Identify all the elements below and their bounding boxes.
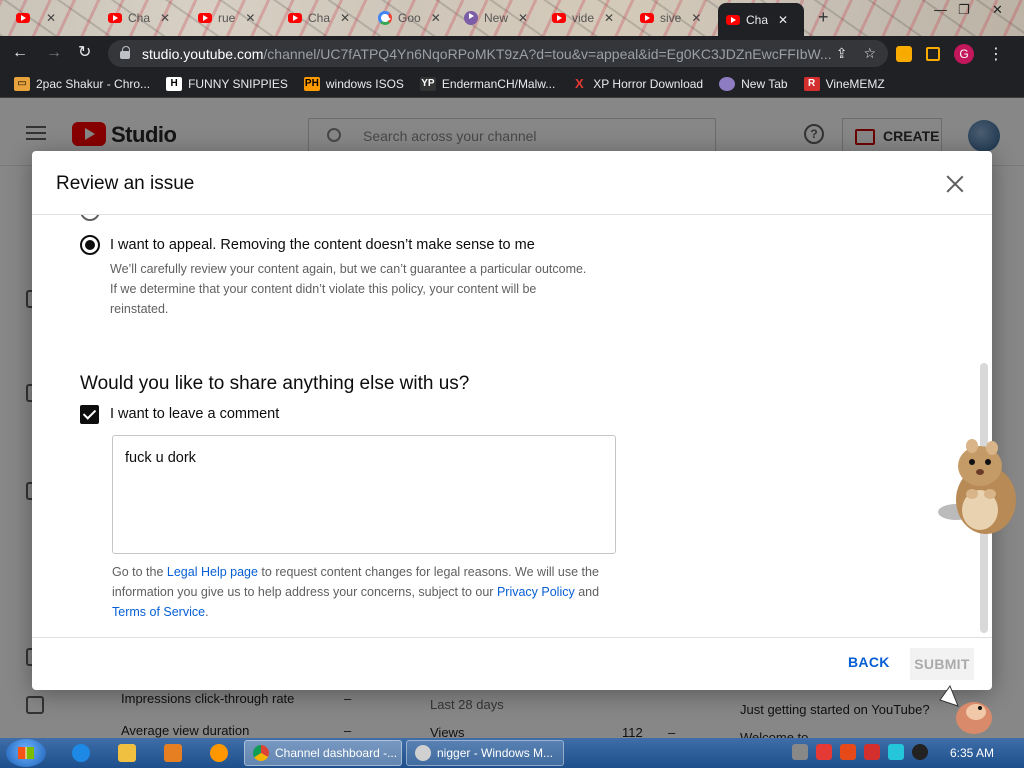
- browser-tab[interactable]: vide ✕: [544, 4, 622, 32]
- system-tray: [792, 744, 928, 760]
- dialog-header: Review an issue: [32, 151, 992, 215]
- review-issue-dialog: Review an issue I want to appeal. Removi…: [32, 151, 992, 690]
- h-icon: H: [166, 76, 183, 91]
- legal-notice: Go to the Legal Help page to request con…: [112, 565, 600, 619]
- browser-toolbar: ← → ↻ studio.youtube.com/channel/UC7fATP…: [0, 36, 1024, 70]
- close-icon[interactable]: ✕: [431, 11, 441, 25]
- file-explorer-icon[interactable]: [118, 744, 136, 762]
- start-button[interactable]: [6, 739, 46, 767]
- browser-tab[interactable]: sive ✕: [632, 4, 709, 32]
- youtube-icon: [552, 13, 566, 23]
- r-icon: R: [803, 76, 820, 91]
- paint-icon[interactable]: [210, 744, 228, 762]
- browser-tab[interactable]: Cha ✕: [100, 4, 178, 32]
- comment-textarea[interactable]: fuck u dork: [112, 435, 616, 554]
- tray-v-icon[interactable]: [816, 744, 832, 760]
- taskbar-clock[interactable]: 6:35 AM: [950, 746, 994, 760]
- tab-strip: ✕ Cha ✕ rue ✕ Cha ✕ Goo ✕ New ✕ vide ✕ sive ✕ C…: [0, 0, 1024, 36]
- taskbar-item-movie-maker[interactable]: nigger - Windows M...: [406, 740, 564, 766]
- bookmark-item[interactable]: ▭ 2pac Shakur - Chro...: [14, 76, 150, 91]
- appeal-option-label: I want to appeal. Removing the content d…: [110, 237, 535, 253]
- close-icon[interactable]: ✕: [518, 11, 528, 25]
- movie-maker-icon: [415, 745, 431, 761]
- ph-icon: PH: [303, 76, 320, 91]
- close-icon[interactable]: ✕: [46, 11, 56, 25]
- dialog-body: I want to appeal. Removing the content d…: [32, 215, 992, 637]
- leave-comment-label: I want to leave a comment: [110, 406, 280, 422]
- browser-tab[interactable]: New ✕: [456, 4, 536, 32]
- bookmarks-bar: ▭ 2pac Shakur - Chro... H FUNNY SNIPPIES P…: [0, 70, 1024, 98]
- globe-icon: [719, 76, 736, 91]
- tray-disc-icon[interactable]: [912, 744, 928, 760]
- browser-tab[interactable]: Goo ✕: [370, 4, 449, 32]
- youtube-icon: [108, 13, 122, 23]
- share-section-title: Would you like to share anything else wi…: [80, 373, 470, 394]
- youtube-icon: [16, 13, 30, 23]
- tray-monitor-icon[interactable]: [888, 744, 904, 760]
- legal-help-link[interactable]: Legal Help page: [167, 565, 258, 579]
- close-icon[interactable]: ✕: [691, 11, 701, 25]
- bookmark-item[interactable]: New Tab: [719, 76, 788, 91]
- back-arrow-icon[interactable]: ←: [12, 44, 28, 62]
- nexus-icon: [464, 11, 478, 25]
- minimize-icon[interactable]: —: [934, 2, 947, 17]
- browser-tab[interactable]: ✕: [8, 4, 64, 32]
- window-close-icon[interactable]: ✕: [992, 2, 1003, 18]
- share-icon[interactable]: ⇪: [836, 45, 848, 62]
- dialog-title: Review an issue: [56, 173, 195, 194]
- close-icon[interactable]: ✕: [245, 11, 255, 25]
- media-player-icon[interactable]: [164, 744, 182, 762]
- side-panel-icon[interactable]: [926, 47, 940, 61]
- appeal-option-description: We’ll carefully review your content agai…: [110, 262, 587, 316]
- bookmark-item[interactable]: H FUNNY SNIPPIES: [166, 76, 288, 91]
- tray-flag-icon[interactable]: [864, 744, 880, 760]
- chrome-icon: [253, 745, 269, 761]
- youtube-icon: [288, 13, 302, 23]
- lock-icon: [120, 46, 130, 59]
- star-icon[interactable]: ☆: [863, 45, 876, 62]
- bookmark-item[interactable]: R VineMEMZ: [803, 76, 885, 91]
- close-icon[interactable]: [946, 175, 964, 193]
- tray-search-icon[interactable]: [840, 744, 856, 760]
- leave-comment-checkbox[interactable]: [80, 405, 99, 424]
- menu-kebab-icon[interactable]: ⋮: [988, 44, 1004, 64]
- address-bar[interactable]: studio.youtube.com/channel/UC7fATPQ4Yn6N…: [108, 40, 888, 67]
- close-icon[interactable]: ✕: [778, 13, 788, 27]
- youtube-icon: [640, 13, 654, 23]
- windows-taskbar: Channel dashboard -... nigger - Windows …: [0, 738, 1024, 768]
- restore-icon[interactable]: ❐: [958, 2, 970, 18]
- browser-tab-active[interactable]: Cha ✕: [718, 3, 804, 36]
- dialog-footer: BACK SUBMIT: [32, 637, 992, 690]
- back-button[interactable]: BACK: [848, 654, 890, 670]
- appeal-radio[interactable]: [80, 235, 100, 255]
- profile-avatar[interactable]: G: [954, 44, 974, 64]
- youtube-icon: [726, 14, 740, 25]
- option-radio-unchecked[interactable]: [80, 215, 100, 221]
- bookmark-item[interactable]: PH windows ISOS: [303, 76, 404, 91]
- browser-tab[interactable]: rue ✕: [190, 4, 263, 32]
- youtube-icon: [198, 13, 212, 23]
- forward-arrow-icon[interactable]: →: [46, 44, 62, 62]
- taskbar-item-chrome[interactable]: Channel dashboard -...: [244, 740, 402, 766]
- tray-app-icon[interactable]: [792, 744, 808, 760]
- mini-hamster-icon: [939, 684, 992, 734]
- x-icon: X: [574, 76, 584, 91]
- bookmark-item[interactable]: YP EndermanCH/Malw...: [419, 76, 555, 91]
- extensions-icon[interactable]: [896, 46, 912, 62]
- folder-icon: ▭: [14, 76, 30, 91]
- browser-tab[interactable]: Cha ✕: [280, 4, 358, 32]
- hamster-icon: [938, 439, 1016, 534]
- bookmark-item[interactable]: X XP Horror Download: [571, 76, 703, 91]
- terms-of-service-link[interactable]: Terms of Service: [112, 605, 205, 619]
- reload-icon[interactable]: ↻: [78, 44, 91, 62]
- internet-explorer-icon[interactable]: [72, 744, 90, 762]
- yp-icon: YP: [419, 76, 436, 91]
- google-icon: [378, 11, 392, 25]
- submit-button[interactable]: SUBMIT: [910, 648, 974, 680]
- privacy-policy-link[interactable]: Privacy Policy: [497, 585, 575, 599]
- new-tab-button[interactable]: +: [818, 7, 829, 28]
- close-icon[interactable]: ✕: [340, 11, 350, 25]
- close-icon[interactable]: ✕: [604, 11, 614, 25]
- close-icon[interactable]: ✕: [160, 11, 170, 25]
